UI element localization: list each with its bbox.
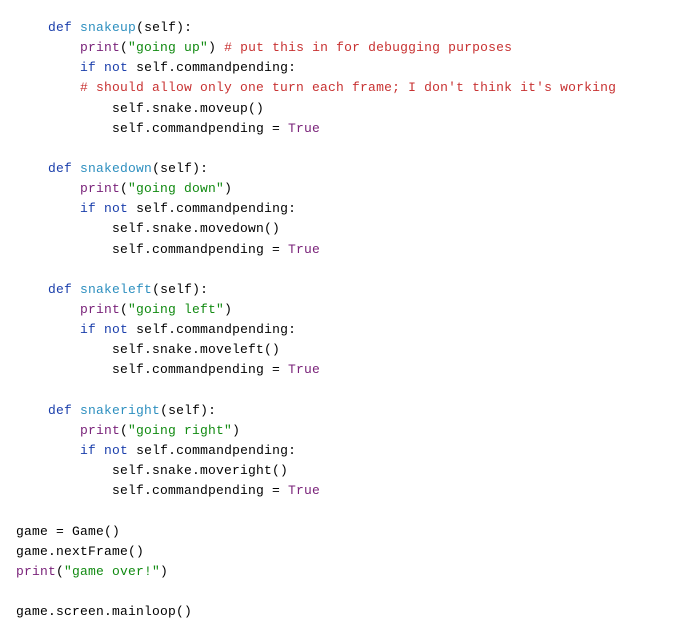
keyword-if: if — [80, 322, 96, 337]
keyword-def: def — [48, 161, 72, 176]
code-line: self.snake.movedown() — [112, 221, 280, 236]
code-block: def snakeup(self): print("going up") # p… — [0, 0, 678, 622]
constant-true: True — [288, 362, 320, 377]
comment: # should allow only one turn each frame;… — [80, 80, 616, 95]
paren: ( — [120, 302, 128, 317]
builtin-print: print — [80, 302, 120, 317]
keyword-def: def — [48, 403, 72, 418]
builtin-print: print — [80, 40, 120, 55]
function-name: snakeup — [80, 20, 136, 35]
string-literal: "going left" — [128, 302, 224, 317]
keyword-if: if — [80, 443, 96, 458]
signature: (self): — [152, 161, 208, 176]
paren: ( — [120, 181, 128, 196]
function-name: snakedown — [80, 161, 152, 176]
expr: self.commandpending: — [128, 60, 296, 75]
keyword-not: not — [104, 201, 128, 216]
comment: # put this in for debugging purposes — [216, 40, 512, 55]
paren: ( — [120, 40, 128, 55]
keyword-not: not — [104, 322, 128, 337]
expr: self.commandpending: — [128, 322, 296, 337]
signature: (self): — [160, 403, 216, 418]
string-literal: "going up" — [128, 40, 208, 55]
constant-true: True — [288, 242, 320, 257]
builtin-print: print — [80, 423, 120, 438]
code-line: self.snake.moveup() — [112, 101, 264, 116]
code-line: self.snake.moveright() — [112, 463, 288, 478]
builtin-print: print — [80, 181, 120, 196]
paren: ) — [232, 423, 240, 438]
keyword-not: not — [104, 443, 128, 458]
keyword-if: if — [80, 201, 96, 216]
paren: ) — [224, 181, 232, 196]
code-line: self.commandpending = — [112, 242, 288, 257]
string-literal: "game over!" — [64, 564, 160, 579]
code-line: game.screen.mainloop() — [16, 604, 192, 619]
code-line: self.snake.moveleft() — [112, 342, 280, 357]
signature: (self): — [152, 282, 208, 297]
function-name: snakeleft — [80, 282, 152, 297]
signature: (self): — [136, 20, 192, 35]
code-line: self.commandpending = — [112, 483, 288, 498]
builtin-print: print — [16, 564, 56, 579]
paren: ) — [160, 564, 168, 579]
code-line: game.nextFrame() — [16, 544, 144, 559]
keyword-if: if — [80, 60, 96, 75]
paren: ( — [56, 564, 64, 579]
string-literal: "going right" — [128, 423, 232, 438]
string-literal: "going down" — [128, 181, 224, 196]
paren: ( — [120, 423, 128, 438]
keyword-not: not — [104, 60, 128, 75]
code-line: self.commandpending = — [112, 362, 288, 377]
keyword-def: def — [48, 282, 72, 297]
paren: ) — [224, 302, 232, 317]
function-name: snakeright — [80, 403, 160, 418]
constant-true: True — [288, 121, 320, 136]
paren: ) — [208, 40, 216, 55]
code-line: game = Game() — [16, 524, 120, 539]
expr: self.commandpending: — [128, 443, 296, 458]
code-line: self.commandpending = — [112, 121, 288, 136]
constant-true: True — [288, 483, 320, 498]
keyword-def: def — [48, 20, 72, 35]
expr: self.commandpending: — [128, 201, 296, 216]
